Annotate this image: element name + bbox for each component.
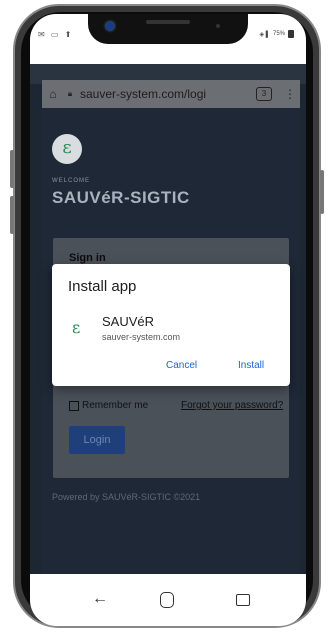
camera-notch (88, 14, 248, 44)
battery-icon (288, 30, 294, 38)
front-camera-icon (106, 22, 114, 30)
browser-url-bar[interactable]: ⌂ 🔒︎ sauver-system.com/logi 3 ⋮ (42, 80, 300, 108)
volume-down-button (10, 196, 14, 234)
power-button (320, 170, 324, 214)
checkbox-icon[interactable] (69, 400, 79, 411)
back-arrow-icon[interactable]: ← (92, 590, 108, 608)
battery-percent: 75% (272, 31, 285, 37)
wifi-signal-icon: ◈ ▌ (259, 31, 270, 38)
sensor-dot (216, 24, 220, 28)
dialog-title: Install app (68, 278, 137, 295)
recents-icon[interactable] (236, 594, 250, 606)
app-name: SAUVéR (102, 314, 155, 329)
more-vert-icon[interactable]: ⋮ (284, 87, 296, 101)
volume-up-button (10, 150, 14, 188)
login-button[interactable]: Login (69, 426, 125, 454)
url-text[interactable]: sauver-system.com/logi (76, 87, 256, 101)
app-logo-icon: ε (72, 318, 81, 337)
speaker-grille (146, 20, 190, 24)
cancel-button[interactable]: Cancel (166, 360, 197, 371)
signin-title: Sign in (69, 252, 106, 264)
brand-title: SAUVéR-SIGTIC (52, 188, 190, 207)
home-circle-icon[interactable] (160, 592, 174, 608)
install-app-dialog: Install app ε SAUVéR sauver-system.com C… (52, 264, 290, 386)
forgot-password-link[interactable]: Forgot your password? (181, 400, 283, 411)
notification-icons: ✉ ▭ ⬆ (38, 30, 74, 39)
android-nav-bar: ← (30, 574, 306, 626)
remember-me-label: Remember me (82, 400, 149, 411)
status-bar: ✉ ▭ ⬆ ◈ ▌ 75% (30, 14, 306, 64)
status-indicators: ◈ ▌ 75% (259, 30, 294, 38)
footer-text: Powered by SAUVéR-SIGTIC ©2021 (52, 492, 201, 502)
app-url: sauver-system.com (102, 332, 181, 342)
lock-icon[interactable]: 🔒︎ (64, 89, 76, 99)
phone-screen: ✉ ▭ ⬆ ◈ ▌ 75% ⌂ 🔒︎ sauver-system.com/log… (30, 14, 306, 626)
tab-count-button[interactable]: 3 (256, 87, 272, 101)
home-icon[interactable]: ⌂ (42, 87, 64, 101)
welcome-label: WELCOME (52, 178, 91, 184)
remember-me-checkbox[interactable]: Remember me (69, 400, 148, 411)
install-button[interactable]: Install (238, 360, 264, 371)
site-logo: ε (52, 134, 82, 164)
